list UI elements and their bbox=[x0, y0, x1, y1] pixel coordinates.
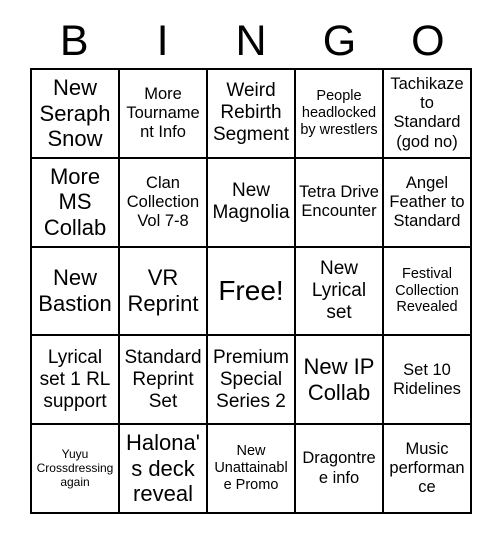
bingo-cell-label: Tetra Drive Encounter bbox=[299, 183, 379, 221]
bingo-cell-label: Weird Rebirth Segment bbox=[212, 80, 290, 146]
bingo-cell-o5[interactable]: Music performance bbox=[384, 425, 472, 514]
bingo-cell-label: Set 10 Ridelines bbox=[393, 360, 461, 398]
bingo-cell-n5[interactable]: New Unattainable Promo bbox=[208, 425, 296, 514]
bingo-cell-g4[interactable]: New IP Collab bbox=[296, 336, 384, 426]
bingo-cell-label: Lyrical set 1 RL support bbox=[39, 346, 111, 412]
bingo-cell-i3[interactable]: VR Reprint bbox=[120, 247, 208, 337]
bingo-cell-g1[interactable]: People headlocked by wrestlers bbox=[296, 70, 384, 159]
bingo-header-letter-n: N bbox=[235, 16, 267, 65]
bingo-cell-g3[interactable]: New Lyrical set bbox=[296, 247, 384, 337]
bingo-cell-b5[interactable]: Yuyu Crossdressing again bbox=[32, 425, 120, 514]
bingo-header-letter-g: G bbox=[322, 16, 357, 65]
bingo-cell-free-space[interactable]: Free! bbox=[208, 247, 296, 337]
bingo-cell-b4[interactable]: Lyrical set 1 RL support bbox=[32, 336, 120, 426]
bingo-cell-label: Angel Feather to Standard bbox=[389, 173, 465, 230]
bingo-cell-i1[interactable]: More Tournament Info bbox=[120, 70, 208, 159]
bingo-cell-label: Clan Collection Vol 7-8 bbox=[126, 173, 200, 230]
bingo-cell-g2[interactable]: Tetra Drive Encounter bbox=[296, 158, 384, 248]
bingo-header-letter-o: O bbox=[411, 16, 445, 65]
bingo-cell-label: Halona's deck reveal bbox=[126, 430, 200, 507]
bingo-cell-label: Festival Collection Revealed bbox=[395, 265, 459, 316]
bingo-cell-i2[interactable]: Clan Collection Vol 7-8 bbox=[120, 158, 208, 248]
bingo-cell-i5[interactable]: Halona's deck reveal bbox=[120, 425, 208, 514]
bingo-cell-label: Standard Reprint Set bbox=[124, 346, 202, 412]
bingo-cell-o3[interactable]: Festival Collection Revealed bbox=[384, 247, 472, 337]
bingo-cell-n4[interactable]: Premium Special Series 2 bbox=[208, 336, 296, 426]
bingo-cell-label: New Lyrical set bbox=[311, 257, 367, 323]
bingo-card: B I N G O New Seraph Snow More Tournamen… bbox=[0, 0, 500, 544]
bingo-cell-label: Music performance bbox=[389, 439, 465, 497]
bingo-cell-b1[interactable]: New Seraph Snow bbox=[32, 70, 120, 159]
bingo-cell-n1[interactable]: Weird Rebirth Segment bbox=[208, 70, 296, 159]
bingo-cell-label: New Unattainable Promo bbox=[214, 443, 288, 493]
bingo-cell-b3[interactable]: New Bastion bbox=[32, 247, 120, 337]
bingo-cell-i4[interactable]: Standard Reprint Set bbox=[120, 336, 208, 426]
bingo-free-space-label: Free! bbox=[218, 274, 284, 306]
bingo-header-letter-b: B bbox=[59, 16, 89, 65]
bingo-cell-o1[interactable]: Tachikaze to Standard (god no) bbox=[384, 70, 472, 159]
bingo-cell-label: New Seraph Snow bbox=[39, 75, 111, 152]
bingo-cell-label: New IP Collab bbox=[303, 354, 375, 405]
bingo-cell-o4[interactable]: Set 10 Ridelines bbox=[384, 336, 472, 426]
bingo-cell-label: New Bastion bbox=[38, 265, 112, 316]
bingo-cell-o2[interactable]: Angel Feather to Standard bbox=[384, 158, 472, 248]
bingo-cell-g5[interactable]: Dragontree info bbox=[296, 425, 384, 514]
bingo-cell-label: Yuyu Crossdressing again bbox=[36, 446, 114, 489]
bingo-cell-label: More Tournament Info bbox=[126, 84, 200, 141]
bingo-cell-label: More MS Collab bbox=[43, 163, 107, 240]
bingo-cell-label: People headlocked by wrestlers bbox=[300, 88, 378, 138]
bingo-header-letter-i: I bbox=[156, 16, 169, 65]
bingo-cell-label: Premium Special Series 2 bbox=[212, 346, 289, 412]
bingo-grid: New Seraph Snow More Tournament Info Wei… bbox=[30, 68, 472, 514]
bingo-cell-label: VR Reprint bbox=[127, 265, 199, 316]
bingo-cell-label: Tachikaze to Standard (god no) bbox=[390, 75, 464, 151]
bingo-cell-label: New Magnolia bbox=[212, 180, 290, 224]
bingo-header-row: B I N G O bbox=[30, 14, 472, 68]
bingo-cell-n2[interactable]: New Magnolia bbox=[208, 158, 296, 248]
bingo-cell-b2[interactable]: More MS Collab bbox=[32, 158, 120, 248]
bingo-cell-label: Dragontree info bbox=[302, 449, 376, 487]
